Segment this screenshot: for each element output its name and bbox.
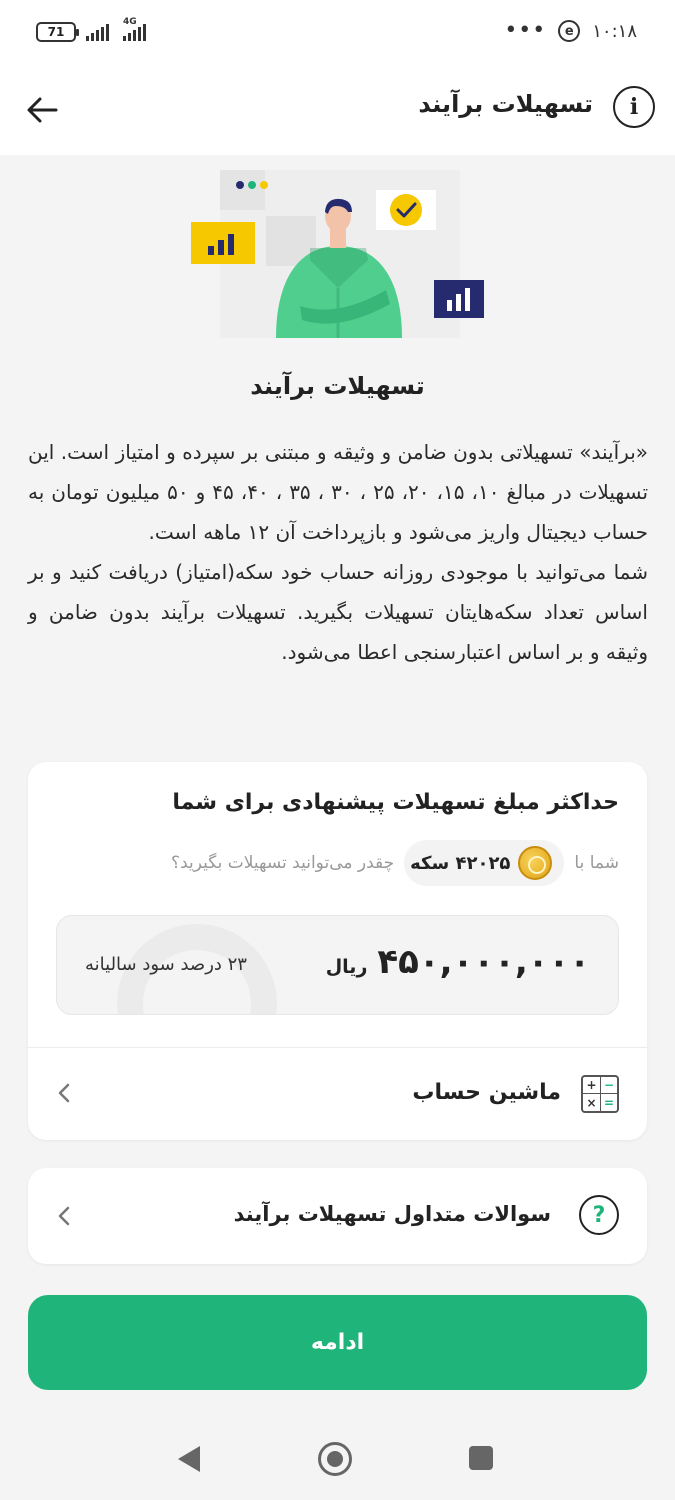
back-button[interactable]: [22, 90, 62, 130]
coin-prefix-text: شما با: [574, 853, 619, 873]
battery-indicator: 71: [36, 22, 79, 42]
calculator-row[interactable]: − + = × ماشین حساب: [28, 1048, 647, 1140]
description-paragraph-2: شما می‌توانید با موجودی روزانه حساب خود …: [28, 560, 648, 664]
clock: ۱۰:۱۸: [592, 20, 637, 42]
coin-balance-badge: ۴۲۰۲۵ سکه: [404, 840, 565, 886]
app-notification-icon: e: [558, 20, 581, 42]
status-left: 71 4G: [36, 17, 146, 42]
coin-suffix-text: چقدر می‌توانید تسهیلات بگیرید؟: [171, 853, 395, 873]
description-paragraph-1: «برآیند» تسهیلاتی بدون ضامن و وثیقه و مب…: [28, 440, 649, 544]
signal-4g-icon: 4G: [123, 17, 146, 41]
notification-dots-icon: •••: [504, 18, 547, 43]
amount-unit: ریال: [325, 956, 368, 978]
calculator-icon: − + = ×: [581, 1075, 619, 1113]
calculator-label: ماشین حساب: [412, 1080, 561, 1105]
section-title: تسهیلات برآیند: [250, 372, 425, 400]
app-header: i تسهیلات برآیند: [0, 70, 675, 155]
info-icon: i: [629, 94, 639, 120]
question-icon: ?: [579, 1195, 619, 1235]
nav-back-icon[interactable]: [178, 1446, 200, 1472]
offer-title: حداکثر مبلغ تسهیلات پیشنهادی برای شما: [172, 790, 619, 815]
max-amount: ۴۵۰,۰۰۰,۰۰۰ ریال: [326, 942, 590, 982]
coin-balance: ۴۲۰۲۵ سکه: [410, 852, 511, 874]
question-glyph: ?: [592, 1202, 606, 1228]
signal-icon: [86, 23, 109, 41]
network-type: 4G: [123, 17, 137, 27]
person-with-charts-illustration: [191, 170, 484, 338]
coin-icon: [518, 846, 553, 880]
system-nav-bar: [0, 1420, 675, 1500]
status-bar: 71 4G ••• e ۱۰:۱۸: [0, 0, 675, 70]
amount-box: ۴۵۰,۰۰۰,۰۰۰ ریال ۲۳ درصد سود سالیانه: [56, 915, 619, 1015]
hero-illustration: [190, 168, 490, 340]
chevron-left-icon: [58, 1083, 70, 1103]
arrow-left-icon: [27, 97, 58, 123]
chevron-left-icon: [58, 1206, 70, 1226]
info-button[interactable]: i: [613, 86, 655, 128]
offer-card: حداکثر مبلغ تسهیلات پیشنهادی برای شما شم…: [28, 762, 647, 1140]
coin-info-row: شما با ۴۲۰۲۵ سکه چقدر می‌توانید تسهیلات …: [171, 840, 619, 886]
nav-home-icon[interactable]: [318, 1442, 352, 1476]
status-right: ••• e ۱۰:۱۸: [504, 20, 637, 42]
page-title: تسهیلات برآیند: [418, 90, 593, 118]
description: «برآیند» تسهیلاتی بدون ضامن و وثیقه و مب…: [28, 432, 648, 672]
nav-recents-icon[interactable]: [469, 1446, 493, 1470]
continue-button[interactable]: ادامه: [28, 1295, 647, 1390]
faq-label: سوالات متداول تسهیلات برآیند: [233, 1202, 551, 1226]
faq-row[interactable]: ? سوالات متداول تسهیلات برآیند: [28, 1168, 647, 1264]
amount-value: ۴۵۰,۰۰۰,۰۰۰: [377, 942, 590, 982]
interest-rate: ۲۳ درصد سود سالیانه: [85, 954, 247, 975]
